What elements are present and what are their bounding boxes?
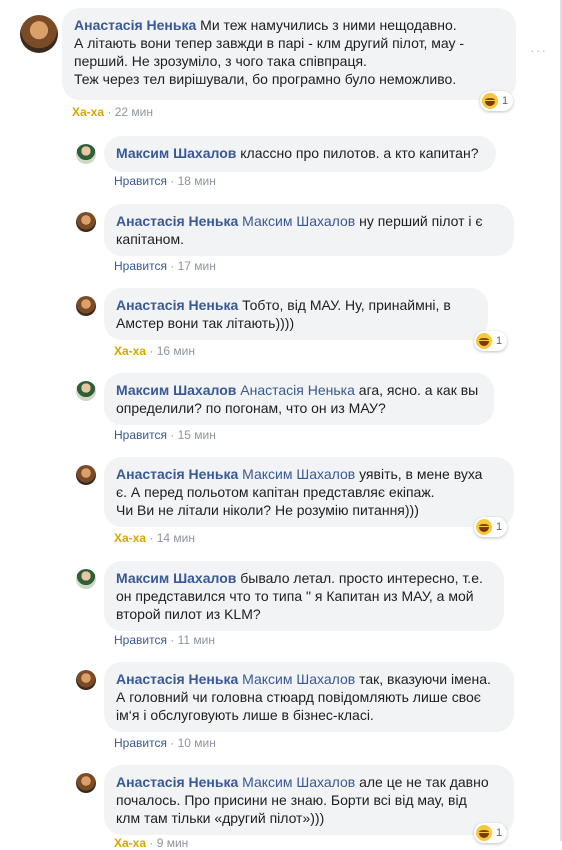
avatar[interactable] xyxy=(76,670,96,690)
comment-bubble: Анастасія Ненька Тобто, від МАУ. Ну, при… xyxy=(104,288,488,340)
comment-bubble: Максим Шахалов бывало летал. просто инте… xyxy=(104,561,504,631)
comment-time[interactable]: 14 мин xyxy=(157,531,195,545)
avatar[interactable] xyxy=(76,212,96,232)
comment-text-line: але це не так давно xyxy=(359,774,489,790)
comment-bubble: Анастасія Ненька Максим Шахалов так, вка… xyxy=(104,662,514,732)
comment-text-line: А літають вони тепер завжди в парі - клм… xyxy=(74,35,465,51)
comment-meta: Нравится · 17 мин xyxy=(114,259,216,273)
reaction-number: 1 xyxy=(496,827,503,839)
reaction-number: 1 xyxy=(502,95,509,107)
reaction-count[interactable]: 1 xyxy=(474,331,508,351)
like-link[interactable]: Нравится xyxy=(114,428,167,442)
reaction-action-link[interactable]: Ха-ха xyxy=(114,531,146,545)
comment-bubble: Анастасія Ненька Максим Шахалов уявіть, … xyxy=(104,457,514,527)
like-link[interactable]: Нравится xyxy=(114,736,167,750)
reaction-number: 1 xyxy=(496,335,503,347)
reaction-count[interactable]: 1 xyxy=(474,517,508,537)
comment-text-line: перший. Не зрозуміло, з чого така співпр… xyxy=(74,53,367,69)
haha-emoji-icon xyxy=(476,333,492,349)
comment-author[interactable]: Анастасія Ненька xyxy=(116,297,238,313)
comment-text-line: Теж через тел вирішували, бо програмно б… xyxy=(74,71,457,87)
comment-text-line: определили? по погонам, что он из МАУ? xyxy=(116,400,386,416)
reaction-action-link[interactable]: Ха-ха xyxy=(72,105,104,119)
comment-mention[interactable]: Анастасія Ненька xyxy=(240,382,355,398)
comment-meta: Ха-ха · 22 мин xyxy=(72,105,153,119)
reaction-number: 1 xyxy=(496,521,503,533)
comment-text-line: Чи Ви не літали ніколи? Не розумію питан… xyxy=(116,502,419,518)
comment-author[interactable]: Анастасія Ненька xyxy=(74,17,196,33)
comment-time[interactable]: 11 мин xyxy=(178,633,215,647)
comment-text-line: классно про пилотов. а кто капитан? xyxy=(240,145,479,161)
reaction-action-link[interactable]: Ха-ха xyxy=(114,836,146,850)
like-link[interactable]: Нравится xyxy=(114,259,167,273)
reaction-action-link[interactable]: Ха-ха xyxy=(114,344,146,358)
comment-time[interactable]: 16 мин xyxy=(157,344,195,358)
comment-author[interactable]: Максим Шахалов xyxy=(116,145,236,161)
comment-mention[interactable]: Максим Шахалов xyxy=(242,671,355,687)
comment-meta: Нравится · 15 мин xyxy=(114,428,216,442)
comment-text-line: так, вказуючи імена. xyxy=(359,671,491,687)
comment-bubble: Максим Шахалов классно про пилотов. а кт… xyxy=(104,136,496,172)
comment-time[interactable]: 22 мин xyxy=(115,105,153,119)
comment-time[interactable]: 10 мин xyxy=(178,736,216,750)
comment-meta: Ха-ха · 14 мин xyxy=(114,531,195,545)
comment-text-line: ну перший пілот і є xyxy=(359,213,483,229)
comment-text-line: є. А перед польотом капітан представляє … xyxy=(116,484,435,500)
avatar[interactable] xyxy=(76,381,96,401)
comment-mention[interactable]: Максим Шахалов xyxy=(242,774,355,790)
avatar[interactable] xyxy=(76,773,96,793)
comment-bubble: Анастасія Ненька Максим Шахалов ну перши… xyxy=(104,204,514,256)
comment-author[interactable]: Максим Шахалов xyxy=(116,382,236,398)
comment-text-line: Ми теж намучились з ними нещодавно. xyxy=(200,17,457,33)
avatar[interactable] xyxy=(76,465,96,485)
comment-text-line: ім‘я і обслуговують лише в бізнес-класі. xyxy=(116,707,374,723)
comment-text-line: клм там тільки «другий пілот»))) xyxy=(116,810,325,826)
comment-time[interactable]: 18 мин xyxy=(178,174,216,188)
comment-author[interactable]: Анастасія Ненька xyxy=(116,774,238,790)
comment-text-line: он представился что то типа " я Капитан … xyxy=(116,588,474,604)
comment-time[interactable]: 9 мин xyxy=(157,836,189,850)
comment-meta: Ха-ха · 9 мин xyxy=(114,836,189,850)
comment-meta: Нравится · 11 мин xyxy=(114,633,215,647)
reaction-count[interactable]: 1 xyxy=(480,91,514,111)
comment-mention[interactable]: Максим Шахалов xyxy=(242,466,355,482)
like-link[interactable]: Нравится xyxy=(114,633,167,647)
comment-text-line: Амстер вони так літають)))) xyxy=(116,315,295,331)
comment-text-line: А головний чи головна стюард повідомляют… xyxy=(116,689,481,705)
avatar[interactable] xyxy=(76,144,96,164)
comment-author[interactable]: Максим Шахалов xyxy=(116,570,236,586)
haha-emoji-icon xyxy=(482,93,498,109)
comment-text-line: ага, ясно. а как вы xyxy=(358,382,479,398)
comment-author[interactable]: Анастасія Ненька xyxy=(116,466,238,482)
comment-mention[interactable]: Максим Шахалов xyxy=(242,213,355,229)
comment-time[interactable]: 15 мин xyxy=(178,428,216,442)
comment-bubble: Анастасія Ненька Ми теж намучились з ним… xyxy=(62,8,516,100)
comment-meta: Ха-ха · 16 мин xyxy=(114,344,195,358)
like-link[interactable]: Нравится xyxy=(114,174,167,188)
comment-text-line: капітаном. xyxy=(116,231,184,247)
comment-text-line: второй пилот из KLM? xyxy=(116,606,261,622)
more-options-icon[interactable]: ··· xyxy=(530,42,547,58)
comment-meta: Нравится · 18 мин xyxy=(114,174,216,188)
comment-bubble: Максим Шахалов Анастасія Ненька ага, ясн… xyxy=(104,373,494,425)
comment-text-line: Тобто, від МАУ. Ну, принаймні, в xyxy=(242,297,451,313)
comment-author[interactable]: Анастасія Ненька xyxy=(116,671,238,687)
haha-emoji-icon xyxy=(476,825,492,841)
comment-text-line: бывало летал. просто интересно, т.е. xyxy=(240,570,483,586)
comment-text-line: почалось. Про присини не знаю. Борти всі… xyxy=(116,792,467,808)
comment-bubble: Анастасія Ненька Максим Шахалов але це н… xyxy=(104,765,514,835)
avatar[interactable] xyxy=(76,296,96,316)
comment-time[interactable]: 17 мин xyxy=(178,259,216,273)
comment-author[interactable]: Анастасія Ненька xyxy=(116,213,238,229)
avatar[interactable] xyxy=(20,15,58,53)
haha-emoji-icon xyxy=(476,519,492,535)
comment-meta: Нравится · 10 мин xyxy=(114,736,216,750)
comment-text-line: уявіть, в мене вуха xyxy=(359,466,483,482)
avatar[interactable] xyxy=(76,569,96,589)
reaction-count[interactable]: 1 xyxy=(474,823,508,843)
